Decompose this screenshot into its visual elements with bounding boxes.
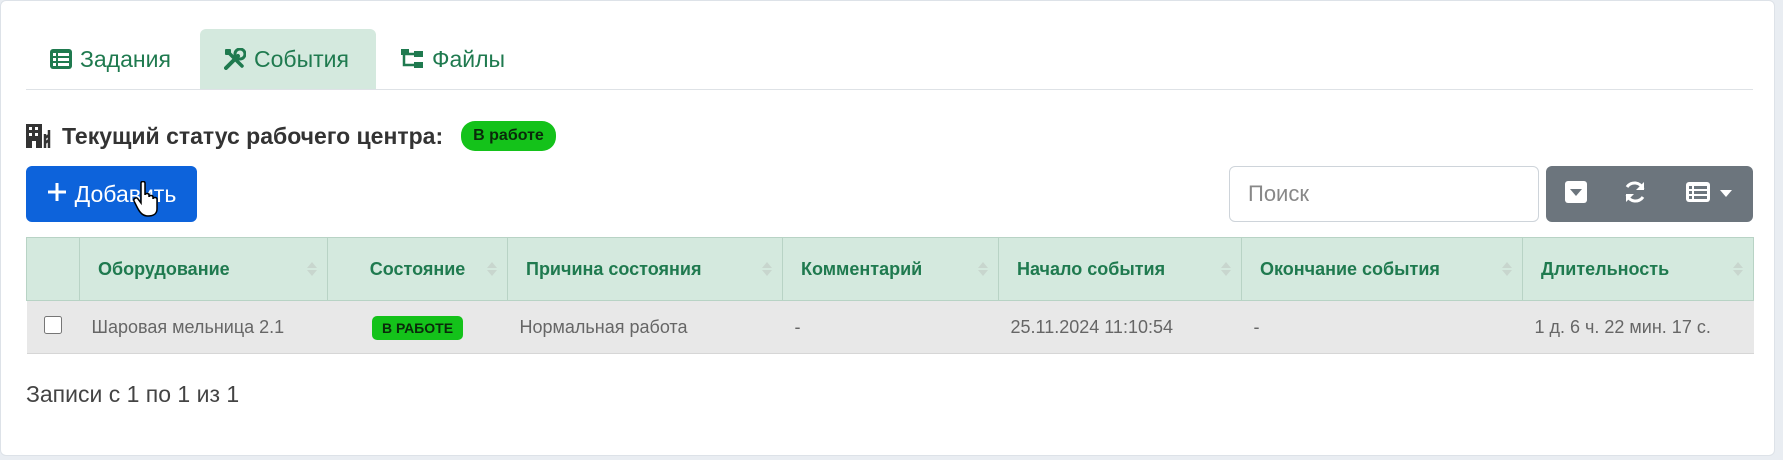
diagram-icon bbox=[400, 48, 424, 70]
tab-tasks-label: Задания bbox=[80, 45, 171, 72]
refresh-icon bbox=[1623, 180, 1647, 209]
reason-cell: Нормальная работа bbox=[507, 300, 783, 354]
list-icon bbox=[50, 49, 72, 69]
chevron-down-icon bbox=[1719, 190, 1732, 198]
caret-square-down-icon bbox=[1565, 180, 1587, 208]
columns-dropdown-button[interactable] bbox=[1664, 166, 1753, 222]
sort-icon bbox=[307, 262, 317, 276]
tab-bar: Задания События Файлы bbox=[26, 29, 1753, 90]
column-header[interactable]: Комментарий bbox=[782, 237, 999, 301]
column-header[interactable]: Начало события bbox=[998, 237, 1242, 301]
status-label: Текущий статус рабочего центра: bbox=[62, 122, 444, 149]
end-cell: - bbox=[1241, 300, 1523, 354]
add-button[interactable]: Добавить bbox=[26, 166, 197, 222]
list-columns-icon bbox=[1685, 181, 1710, 207]
state-cell: В РАБОТЕ bbox=[327, 300, 508, 354]
table-row[interactable]: Шаровая мельница 2.1 В РАБОТЕ Нормальная… bbox=[26, 300, 1754, 354]
search-input[interactable] bbox=[1229, 166, 1539, 222]
events-card: Задания События Файлы Текущий статус раб… bbox=[0, 0, 1775, 456]
row-select-cell bbox=[26, 300, 80, 354]
sort-icon bbox=[487, 262, 497, 276]
tab-events[interactable]: События bbox=[200, 29, 376, 89]
building-icon bbox=[26, 124, 54, 148]
column-header[interactable]: Окончание события bbox=[1241, 237, 1523, 301]
status-badge: В работе bbox=[461, 121, 556, 151]
equipment-cell: Шаровая мельница 2.1 bbox=[79, 300, 328, 354]
state-badge: В РАБОТЕ bbox=[371, 315, 464, 340]
sort-icon bbox=[1221, 262, 1231, 276]
sort-icon bbox=[1502, 262, 1512, 276]
plus-icon bbox=[47, 181, 67, 208]
duration-cell: 1 д. 6 ч. 22 мин. 17 с. bbox=[1522, 300, 1754, 354]
column-header[interactable]: Причина состояния bbox=[507, 237, 783, 301]
tab-files[interactable]: Файлы bbox=[376, 29, 516, 89]
column-header[interactable]: Оборудование bbox=[79, 237, 328, 301]
events-table: Оборудование Состояние Причина состояния… bbox=[26, 237, 1754, 354]
sort-icon bbox=[1733, 262, 1743, 276]
row-checkbox[interactable] bbox=[44, 315, 62, 334]
records-info: Записи с 1 по 1 из 1 bbox=[26, 381, 240, 407]
tab-files-label: Файлы bbox=[432, 45, 506, 72]
start-cell: 25.11.2024 11:10:54 bbox=[998, 300, 1242, 354]
sort-icon bbox=[978, 262, 988, 276]
table-tools bbox=[1546, 166, 1753, 222]
add-button-label: Добавить bbox=[74, 180, 177, 207]
collapse-button[interactable] bbox=[1546, 166, 1606, 222]
column-header[interactable]: Длительность bbox=[1522, 237, 1754, 301]
refresh-button[interactable] bbox=[1606, 166, 1664, 222]
table-header-row: Оборудование Состояние Причина состояния… bbox=[26, 237, 1754, 301]
comment-cell: - bbox=[782, 300, 999, 354]
hand-cursor-icon bbox=[133, 181, 158, 217]
tab-events-label: События bbox=[254, 45, 349, 72]
tab-tasks[interactable]: Задания bbox=[26, 29, 201, 89]
select-column-header bbox=[26, 237, 80, 301]
tools-icon bbox=[224, 48, 246, 70]
workcenter-status: Текущий статус рабочего центра: В работе bbox=[26, 119, 556, 153]
column-header[interactable]: Состояние bbox=[327, 237, 508, 301]
sort-icon bbox=[762, 262, 772, 276]
